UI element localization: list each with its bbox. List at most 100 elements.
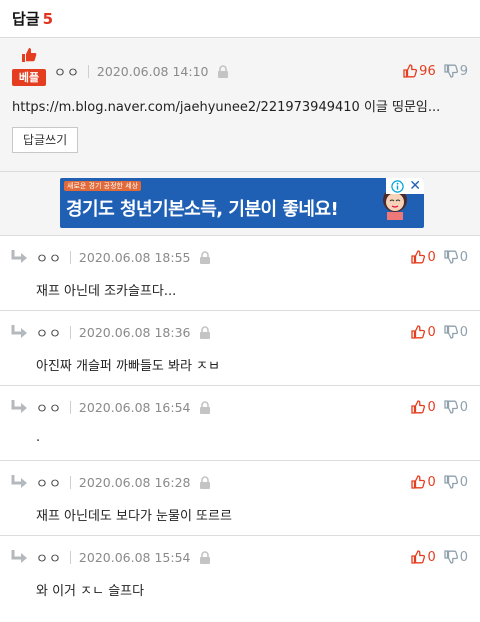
reply-nick[interactable]: ㅇㅇ (36, 473, 62, 492)
reply-arrow-icon (11, 250, 27, 263)
upvote-button[interactable]: 0 (411, 324, 436, 340)
thumbs-down-icon (444, 250, 458, 264)
upvote-button[interactable]: 0 (411, 549, 436, 565)
ad-text: 경기도 청년기본소득, 기분이 좋네요! (66, 199, 339, 220)
thumbs-down-icon (444, 64, 458, 78)
lock-icon[interactable] (199, 325, 211, 339)
upvote-button[interactable]: 96 (403, 64, 436, 79)
thumbs-up-icon (411, 250, 426, 264)
reply-list: ㅇㅇ 2020.06.08 18:55 0 0 재프 아닌데 조카슬프다... … (0, 236, 480, 611)
downvote-count: 9 (459, 63, 468, 79)
lock-icon[interactable] (199, 250, 211, 264)
ad-banner[interactable]: 새로운 경기 공정한 세상 경기도 청년기본소득, 기분이 좋네요! ✕ (60, 178, 424, 228)
lock-icon[interactable] (199, 475, 211, 489)
reply-body[interactable]: . (36, 430, 468, 445)
best-badge: 베플 (12, 48, 46, 86)
thumbs-down-icon (444, 400, 458, 414)
ad-container: 새로운 경기 공정한 세상 경기도 청년기본소득, 기분이 좋네요! ✕ (0, 172, 480, 236)
downvote-count: 0 (459, 549, 468, 565)
upvote-button[interactable]: 0 (411, 399, 436, 415)
comment-nick[interactable]: ㅇㅇ (54, 62, 80, 81)
reply-meta: ㅇㅇ 2020.06.08 15:54 0 0 (10, 544, 468, 570)
reply-nick[interactable]: ㅇㅇ (36, 548, 62, 567)
upvote-button[interactable]: 0 (411, 474, 436, 490)
reply-date: 2020.06.08 16:28 (78, 474, 191, 490)
reply-meta: ㅇㅇ 2020.06.08 18:36 0 0 (10, 319, 468, 345)
lock-icon[interactable] (199, 550, 211, 564)
vote-area: 96 9 (403, 64, 468, 79)
meta-divider (69, 550, 71, 564)
reply-arrow-icon (11, 400, 27, 413)
replies-header: 답글 5 (0, 0, 480, 38)
replies-count: 5 (42, 10, 54, 28)
reply-nick[interactable]: ㅇㅇ (36, 248, 62, 267)
reply-date: 2020.06.08 15:54 (78, 549, 191, 565)
thumbs-up-icon (411, 400, 426, 414)
reply-date: 2020.06.08 16:54 (78, 399, 191, 415)
downvote-count: 0 (459, 399, 468, 415)
reply-nick[interactable]: ㅇㅇ (36, 323, 62, 342)
downvote-button[interactable]: 0 (444, 400, 468, 415)
reply-meta: ㅇㅇ 2020.06.08 18:55 0 0 (10, 244, 468, 270)
reply-item: ㅇㅇ 2020.06.08 16:28 0 0 재프 아닌데도 보다가 눈물이 … (0, 461, 480, 536)
upvote-count: 0 (427, 549, 436, 565)
downvote-button[interactable]: 0 (444, 550, 468, 565)
downvote-count: 0 (459, 324, 468, 340)
thumbs-down-icon (444, 475, 458, 489)
reply-body[interactable]: 아진짜 개슬퍼 까빠들도 봐라 ㅈㅂ (36, 355, 468, 374)
vote-area: 0 0 (411, 325, 468, 340)
reply-body[interactable]: 재프 아닌데 조카슬프다... (36, 280, 468, 299)
downvote-button[interactable]: 0 (444, 250, 468, 265)
best-comment: 베플 ㅇㅇ 2020.06.08 14:10 96 9 https://m.bl… (0, 38, 480, 172)
reply-arrow-icon (11, 550, 27, 563)
meta-divider (69, 475, 71, 489)
upvote-count: 0 (427, 399, 436, 415)
ad-tag: 새로운 경기 공정한 세상 (64, 181, 142, 191)
reply-arrow-icon (11, 475, 27, 488)
upvote-count: 96 (419, 63, 436, 79)
comment-date: 2020.06.08 14:10 (96, 63, 209, 79)
comment-body[interactable]: https://m.blog.naver.com/jaehyunee2/2219… (12, 96, 468, 115)
meta-divider (69, 400, 71, 414)
vote-area: 0 0 (411, 475, 468, 490)
replies-title: 답글 (12, 10, 40, 28)
thumbs-up-icon (22, 48, 37, 62)
vote-area: 0 0 (411, 550, 468, 565)
downvote-button[interactable]: 9 (444, 64, 468, 79)
meta-divider (69, 325, 71, 339)
reply-arrow-icon (11, 325, 27, 338)
thumbs-up-icon (411, 475, 426, 489)
reply-date: 2020.06.08 18:55 (78, 249, 191, 265)
close-icon[interactable]: ✕ (409, 178, 421, 194)
reply-body[interactable]: 와 이거 ㅈㄴ 슬프다 (36, 580, 468, 599)
vote-area: 0 0 (411, 250, 468, 265)
comment-meta: 베플 ㅇㅇ 2020.06.08 14:10 96 9 (12, 48, 468, 86)
reply-item: ㅇㅇ 2020.06.08 16:54 0 0 . (0, 386, 480, 461)
info-icon[interactable] (391, 180, 404, 193)
reply-item: ㅇㅇ 2020.06.08 15:54 0 0 와 이거 ㅈㄴ 슬프다 (0, 536, 480, 611)
reply-meta: ㅇㅇ 2020.06.08 16:54 0 0 (10, 394, 468, 420)
reply-meta: ㅇㅇ 2020.06.08 16:28 0 0 (10, 469, 468, 495)
upvote-count: 0 (427, 474, 436, 490)
upvote-count: 0 (427, 324, 436, 340)
downvote-button[interactable]: 0 (444, 325, 468, 340)
upvote-count: 0 (427, 249, 436, 265)
lock-icon[interactable] (217, 64, 229, 78)
write-reply-button[interactable]: 답글쓰기 (12, 127, 79, 153)
thumbs-down-icon (444, 325, 458, 339)
upvote-button[interactable]: 0 (411, 249, 436, 265)
ad-controls: ✕ (386, 178, 424, 194)
thumbs-up-icon (403, 64, 418, 78)
best-label: 베플 (12, 69, 46, 86)
reply-item: ㅇㅇ 2020.06.08 18:55 0 0 재프 아닌데 조카슬프다... (0, 236, 480, 311)
meta-divider (69, 250, 71, 264)
reply-body[interactable]: 재프 아닌데도 보다가 눈물이 또르르 (36, 505, 468, 524)
lock-icon[interactable] (199, 400, 211, 414)
reply-date: 2020.06.08 18:36 (78, 324, 191, 340)
thumbs-up-icon (411, 325, 426, 339)
thumbs-up-icon (411, 550, 426, 564)
downvote-button[interactable]: 0 (444, 475, 468, 490)
meta-divider (87, 64, 89, 78)
vote-area: 0 0 (411, 400, 468, 415)
reply-nick[interactable]: ㅇㅇ (36, 398, 62, 417)
